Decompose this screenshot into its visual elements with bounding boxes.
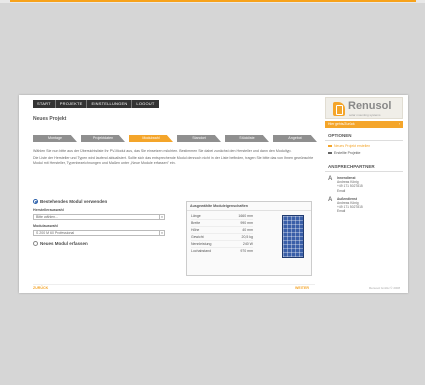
sidebar-item-new-project[interactable]: Neues Projekt erstellen (325, 144, 403, 148)
options-title: OPTIONEN (328, 133, 352, 138)
sidebar-bar-label: Hier gehts/Zurück (328, 122, 355, 126)
top-stripe (0, 0, 425, 3)
module-select[interactable]: S 200 M 60 Professional ▾ (33, 230, 165, 236)
logo-icon (333, 102, 345, 116)
email-link[interactable]: Email (337, 189, 403, 193)
tab-montage[interactable]: Montage (33, 135, 77, 142)
module-properties-box: Ausgewählte Moduleigenschaften Länge 1660… (186, 201, 312, 276)
contact-aussendienst: A Außendienst Andreas König +49 171 5027… (325, 197, 403, 214)
intro-paragraph-1: Wählen Sie nun bitte aus der Übersichtsl… (33, 149, 292, 153)
contact-icon: A (328, 176, 333, 182)
module-label: Modulauswahl (33, 224, 58, 228)
prop-row: Länge 1660 mm (191, 214, 253, 218)
brand-logo[interactable]: Renusol solar mounting systems (325, 97, 403, 119)
prop-row: Gewicht 20,5 kg (191, 235, 253, 239)
next-link[interactable]: WEITER (295, 286, 309, 290)
radio-new-module[interactable]: Neues Modul erfassen (33, 241, 88, 246)
sidebar-highlight-bar[interactable]: Hier gehts/Zurück › (325, 121, 403, 128)
prop-row: Breite 990 mm (191, 221, 253, 225)
tab-angebot[interactable]: Angebot (273, 135, 317, 142)
top-nav: START PROJEKTE EINSTELLUNGEN LOGOUT (33, 100, 159, 108)
module-value: S 200 M 60 Professional (36, 231, 75, 235)
manufacturer-select[interactable]: Bitte wählen... ▾ (33, 214, 165, 220)
bullet-icon (328, 152, 332, 154)
nav-start[interactable]: START (33, 100, 56, 108)
logo-name: Renusol (348, 100, 392, 112)
app-window: START PROJEKTE EINSTELLUNGEN LOGOUT Renu… (19, 95, 408, 293)
prop-row: Lochabstand 970 mm (191, 249, 253, 253)
copyright: Renusol GmbH © 2008 (368, 286, 400, 290)
tab-projektdaten[interactable]: Projektdaten (81, 135, 125, 142)
tab-stueckliste[interactable]: Stückliste (225, 135, 269, 142)
manufacturer-value: Bitte wählen... (36, 215, 58, 219)
bullet-icon (328, 145, 332, 147)
email-link[interactable]: Email (337, 209, 403, 213)
sidebar: Hier gehts/Zurück › OPTIONEN Neues Proje… (325, 121, 403, 214)
tab-modulwahl[interactable]: Modulwahl (129, 135, 173, 142)
nav-logout[interactable]: LOGOUT (132, 100, 158, 108)
nav-einstellungen[interactable]: EINSTELLUNGEN (87, 100, 133, 108)
contacts-title: ANSPRECHPARTNER (328, 164, 375, 169)
nav-projekte[interactable]: PROJEKTE (56, 100, 88, 108)
solar-panel-image (282, 215, 304, 258)
intro-paragraph-2: Die Liste der Hersteller und Typen wird … (33, 156, 314, 165)
contact-innendienst: A Innendienst Andreas König +49 171 5027… (325, 176, 403, 193)
accent-line (10, 0, 416, 2)
radio-unselected-icon (33, 241, 38, 246)
radio-existing-label: Bestehendes Modul verwenden (40, 199, 108, 204)
prop-row: Höhe 40 mm (191, 228, 253, 232)
logo-tagline: solar mounting systems (349, 113, 381, 117)
radio-selected-icon (33, 199, 38, 204)
intro-text: Wählen Sie nun bitte aus der Übersichtsl… (33, 149, 315, 168)
prop-row: Nennleistung 240 W (191, 242, 253, 246)
tab-standort[interactable]: Standort (177, 135, 221, 142)
chevron-right-icon: › (398, 122, 400, 126)
footer-divider (33, 284, 315, 285)
page-title: Neues Projekt (33, 116, 67, 122)
wizard-tabs: Montage Projektdaten Modulwahl Standort … (33, 135, 321, 142)
chevron-down-icon: ▾ (159, 215, 164, 219)
radio-existing-module[interactable]: Bestehendes Modul verwenden (33, 199, 107, 204)
contact-icon: A (328, 196, 333, 203)
properties-title: Ausgewählte Moduleigenschaften (187, 202, 311, 211)
chevron-down-icon: ▾ (159, 231, 164, 235)
sidebar-item-created-projects[interactable]: Erstellte Projekte (325, 151, 403, 155)
back-link[interactable]: ZURÜCK (33, 286, 48, 290)
radio-new-label: Neues Modul erfassen (40, 241, 88, 246)
manufacturer-label: Herstellerauswahl (33, 208, 64, 212)
